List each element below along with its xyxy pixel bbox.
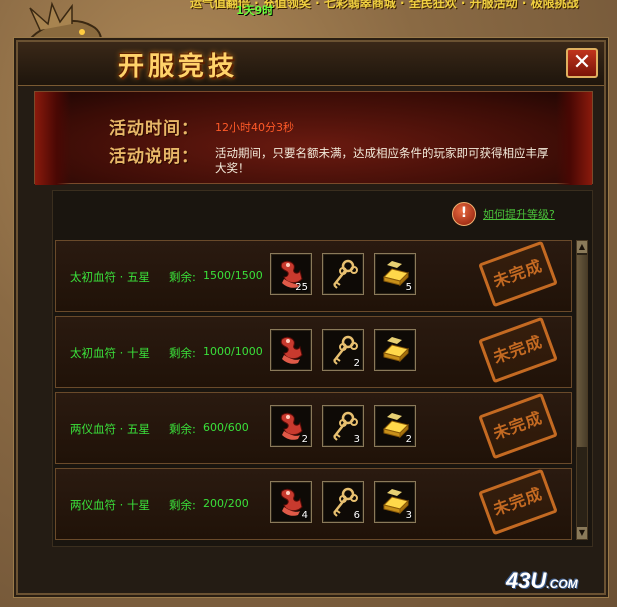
item-count: 4: [301, 510, 308, 521]
remaining-count: 1500/1500: [203, 269, 263, 282]
item-count: 3: [405, 510, 412, 521]
reward-tier-name: 两仪血符 · 五星: [70, 422, 150, 436]
reward-item-slot[interactable]: 2: [270, 405, 312, 447]
incomplete-status-stamp: 未完成: [478, 240, 558, 308]
incomplete-status-stamp: 未完成: [478, 392, 558, 460]
how-to-level-link[interactable]: 如何提升等级?: [483, 206, 555, 222]
item-count: 25: [295, 282, 308, 293]
help-info-icon[interactable]: !: [452, 202, 476, 226]
reward-row: 两仪血符 · 五星 剩余: 600/600 2 3 2 未完成: [55, 392, 572, 464]
reward-row: 两仪血符 · 十星 剩余: 200/200 4 6 3 未完成: [55, 468, 572, 540]
item-count: 3: [353, 434, 360, 445]
scroll-thumb[interactable]: [577, 255, 587, 447]
scroll-down-arrow-icon[interactable]: ▼: [577, 527, 587, 539]
reward-tier-name: 太初血符 · 十星: [70, 346, 150, 360]
list-scrollbar[interactable]: ▲ ▼: [576, 240, 588, 540]
reward-item-slot[interactable]: 4: [270, 481, 312, 523]
remaining-label: 剩余:: [169, 498, 196, 512]
event-time-label: 活动时间：: [109, 119, 199, 139]
reward-item-slot[interactable]: [374, 329, 416, 371]
reward-tier-name: 太初血符 · 五星: [70, 270, 150, 284]
reward-item-slot[interactable]: 3: [374, 481, 416, 523]
event-desc-label: 活动说明：: [109, 147, 199, 167]
reward-item-slot[interactable]: [322, 253, 364, 295]
incomplete-status-stamp: 未完成: [478, 316, 558, 384]
reward-item-slot[interactable]: 3: [322, 405, 364, 447]
remaining-label: 剩余:: [169, 422, 196, 436]
event-desc-value: 活动期间，只要名额未满，达成相应条件的玩家即可获得相应丰厚大奖！: [215, 146, 549, 175]
reward-item-slot[interactable]: 25: [270, 253, 312, 295]
curtain-left-decoration: [35, 92, 71, 185]
item-count: 2: [405, 434, 412, 445]
title-bar[interactable]: 开服竞技 ✕: [18, 42, 604, 86]
event-info-banner: 活动时间： 12小时40分3秒 活动说明： 活动期间，只要名额未满，达成相应条件…: [34, 91, 593, 185]
reward-item-slot[interactable]: 5: [374, 253, 416, 295]
window-title: 开服竞技: [118, 52, 239, 82]
reward-item-slot[interactable]: 2: [374, 405, 416, 447]
reward-tier-name: 两仪血符 · 十星: [70, 498, 150, 512]
remaining-count: 200/200: [203, 497, 249, 510]
reward-row: 太初血符 · 十星 剩余: 1000/1000 2 未完成: [55, 316, 572, 388]
item-count: 6: [353, 510, 360, 521]
close-button[interactable]: ✕: [566, 48, 598, 78]
remaining-label: 剩余:: [169, 270, 196, 284]
reward-item-slot[interactable]: 6: [322, 481, 364, 523]
item-count: 2: [353, 358, 360, 369]
reward-row: 太初血符 · 五星 剩余: 1500/1500 25 5 未完成: [55, 240, 572, 312]
reward-item-slot[interactable]: [270, 329, 312, 371]
remaining-label: 剩余:: [169, 346, 196, 360]
item-count: 5: [405, 282, 412, 293]
incomplete-status-stamp: 未完成: [478, 468, 558, 536]
item-count: 2: [301, 434, 308, 445]
reward-item-slot[interactable]: 2: [322, 329, 364, 371]
site-watermark-logo: 43U.COM: [506, 568, 578, 593]
event-time-value: 12小时40分3秒: [215, 121, 294, 134]
event-timer: 1天9时: [236, 4, 274, 16]
scroll-up-arrow-icon[interactable]: ▲: [577, 241, 587, 253]
remaining-count: 1000/1000: [203, 345, 263, 358]
remaining-count: 600/600: [203, 421, 249, 434]
curtain-right-decoration: [556, 92, 592, 185]
